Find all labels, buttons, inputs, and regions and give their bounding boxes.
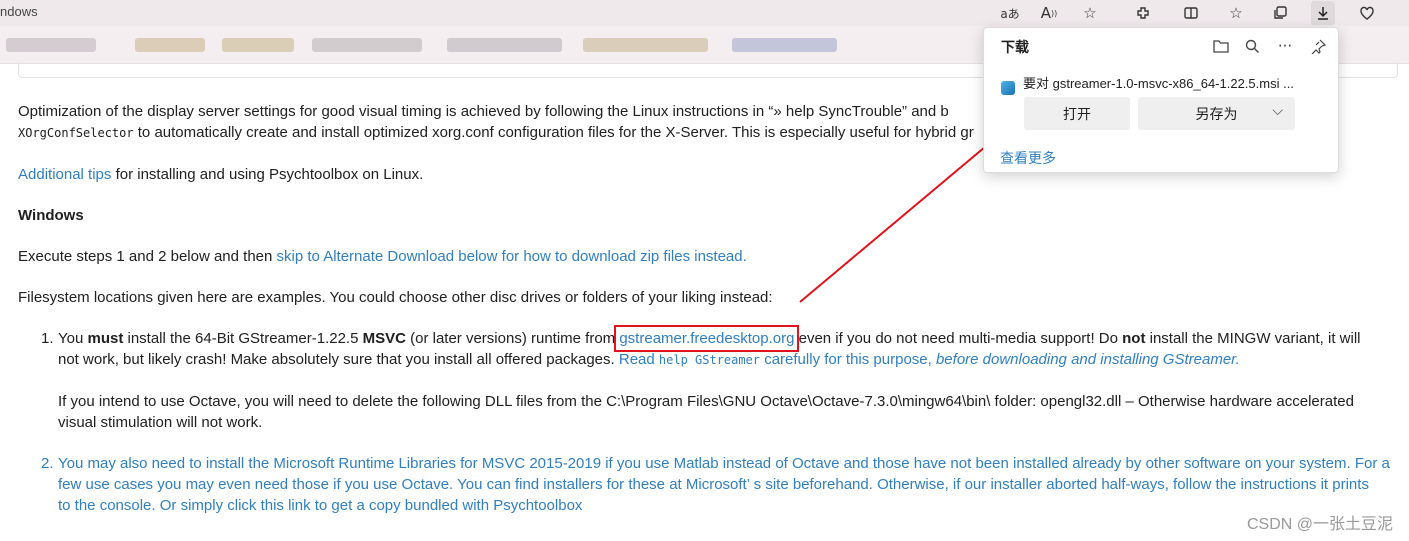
save-as-button[interactable]: 另存为 ⌵ <box>1138 97 1295 130</box>
open-button[interactable]: 打开 <box>1024 97 1130 130</box>
save-as-label: 另存为 <box>1195 105 1238 122</box>
chevron-down-icon[interactable]: ⌵ <box>1272 102 1283 119</box>
more-icon[interactable]: ··· <box>1275 36 1295 56</box>
downloads-panel: 下载 ··· 要对 gstreamer-1.0-msvc-x86_64-1.22… <box>983 27 1339 173</box>
folder-icon[interactable] <box>1211 36 1231 56</box>
see-more-link[interactable]: 查看更多 <box>1000 148 1056 168</box>
download-filename: 要对 gstreamer-1.0-msvc-x86_64-1.22.5.msi … <box>1023 76 1294 91</box>
pin-icon[interactable] <box>1308 36 1328 56</box>
msi-file-icon <box>1001 81 1015 95</box>
search-icon[interactable] <box>1242 36 1262 56</box>
csdn-watermark: CSDN @一张土豆泥 <box>1246 516 1393 533</box>
downloads-title: 下载 <box>1001 39 1029 55</box>
